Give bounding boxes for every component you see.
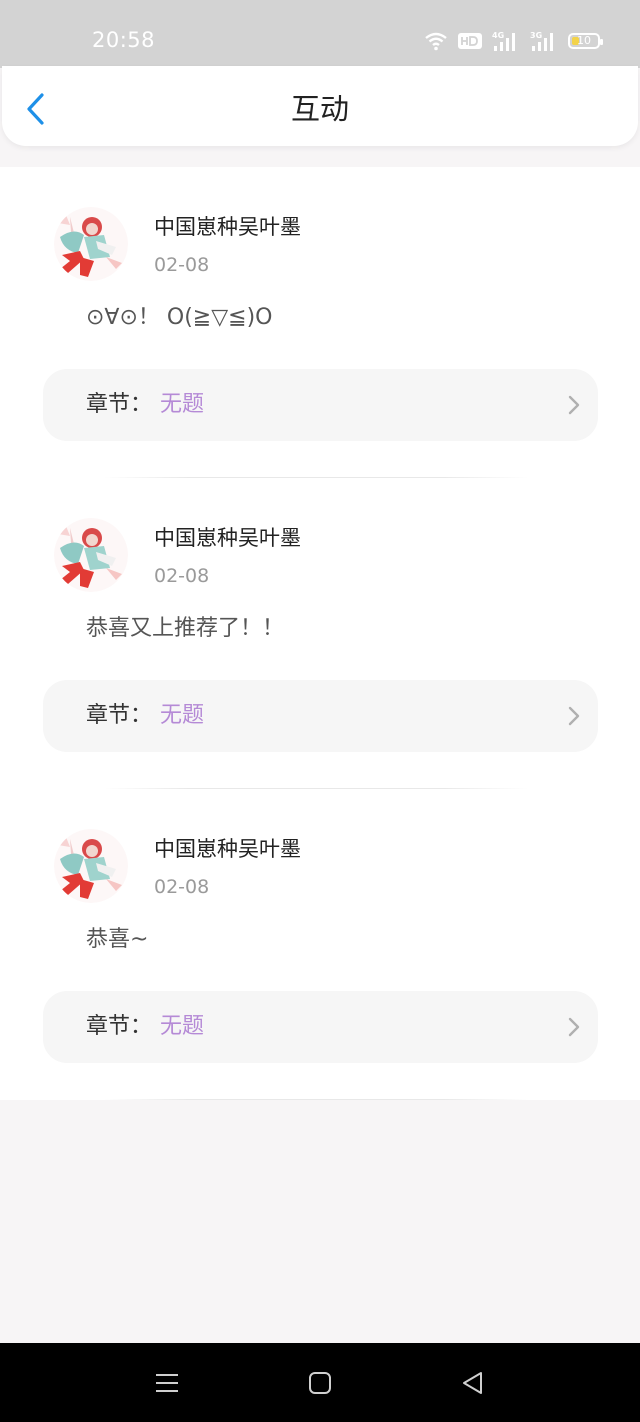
wifi-icon	[425, 32, 447, 51]
username[interactable]: 中国崽种吴叶墨	[154, 214, 301, 240]
comment-card: 中国崽种吴叶墨 02-08 ⊙∀⊙！ O(≧▽≦)O 章节： 无题	[0, 167, 640, 478]
back-nav-button[interactable]	[460, 1370, 486, 1396]
status-icons: 4G 3G 10	[424, 29, 603, 53]
comment-list: 中国崽种吴叶墨 02-08 ⊙∀⊙！ O(≧▽≦)O 章节： 无题 中国崽种吴叶…	[0, 167, 640, 1100]
home-icon	[309, 1372, 331, 1394]
page-title: 互动	[290, 92, 349, 126]
status-time: 20:58	[92, 28, 156, 52]
battery-cap	[600, 39, 603, 45]
comment-card: 中国崽种吴叶墨 02-08 恭喜又上推荐了！！ 章节： 无题	[0, 478, 640, 789]
menu-button[interactable]	[154, 1370, 180, 1396]
hd-icon	[458, 33, 482, 49]
chapter-name: 无题	[160, 1014, 205, 1039]
comment-date: 02-08	[154, 565, 210, 587]
chapter-link[interactable]: 章节： 无题	[43, 680, 598, 752]
signal-3g-icon: 3G	[530, 31, 553, 51]
avatar[interactable]	[54, 829, 128, 903]
chapter-link[interactable]: 章节： 无题	[43, 369, 598, 441]
avatar-image	[54, 518, 128, 592]
username[interactable]: 中国崽种吴叶墨	[154, 836, 301, 862]
chapter-name: 无题	[160, 392, 205, 417]
chevron-right-icon	[568, 1017, 580, 1037]
chevron-right-icon	[568, 395, 580, 415]
navigation-bar	[0, 1343, 640, 1422]
comment-text: 恭喜~	[86, 927, 149, 952]
home-button[interactable]	[307, 1370, 333, 1396]
comment-text: ⊙∀⊙！ O(≧▽≦)O	[86, 305, 273, 330]
username[interactable]: 中国崽种吴叶墨	[154, 525, 301, 551]
battery-level: 10	[577, 34, 591, 47]
chapter-label: 章节：	[86, 392, 153, 417]
status-bar: 20:58 4G 3G 10	[0, 0, 640, 68]
avatar[interactable]	[54, 518, 128, 592]
avatar[interactable]	[54, 207, 128, 281]
divider	[104, 1099, 528, 1100]
chevron-right-icon	[568, 706, 580, 726]
comment-date: 02-08	[154, 254, 210, 276]
comment-card: 中国崽种吴叶墨 02-08 恭喜~ 章节： 无题	[0, 789, 640, 1100]
back-triangle-icon	[463, 1372, 482, 1394]
comment-date: 02-08	[154, 876, 210, 898]
signal-4g-icon: 4G	[492, 31, 515, 51]
battery-icon: 10	[568, 33, 603, 49]
chapter-link[interactable]: 章节： 无题	[43, 991, 598, 1063]
comment-text: 恭喜又上推荐了！！	[86, 616, 285, 641]
chapter-label: 章节：	[86, 703, 153, 728]
svg-text:3G: 3G	[530, 31, 542, 40]
chapter-name: 无题	[160, 703, 205, 728]
svg-text:4G: 4G	[492, 31, 504, 40]
header: 互动	[2, 66, 638, 146]
chapter-label: 章节：	[86, 1014, 153, 1039]
avatar-image	[54, 829, 128, 903]
avatar-image	[54, 207, 128, 281]
menu-icon	[156, 1374, 178, 1392]
